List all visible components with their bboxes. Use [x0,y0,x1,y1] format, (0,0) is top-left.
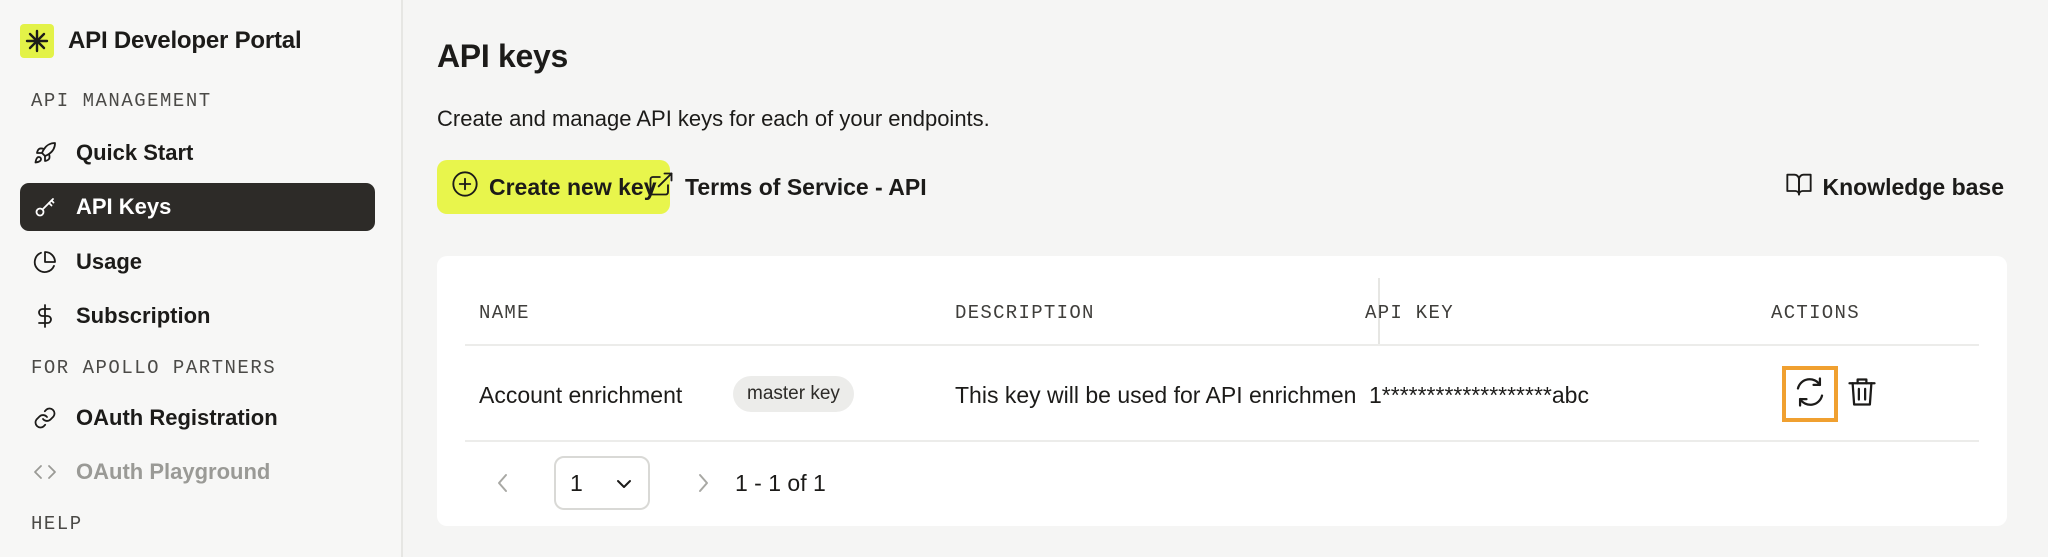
knowledge-base-label: Knowledge base [1822,173,2004,200]
sidebar-item-label: OAuth Registration [76,405,278,430]
sidebar-item-label: Quick Start [76,140,194,165]
sidebar-item-label: Usage [76,249,143,274]
chevron-right-icon [699,474,708,492]
section-label-help: HELP [31,513,83,535]
page-title: API keys [437,38,569,74]
rotate-key-button[interactable] [1782,366,1838,422]
section-label-api-management: API MANAGEMENT [31,90,212,112]
key-description: This key will be used for API enrichment [955,382,1355,408]
key-icon [32,194,58,220]
sidebar-item-label: OAuth Playground [76,459,271,484]
section-label-apollo-partners: FOR APOLLO PARTNERS [31,357,277,379]
terms-of-service-label: Terms of Service - API [685,173,927,200]
sidebar-item-label: API Keys [76,194,172,219]
page-select-value: 1 [570,469,583,496]
chevron-down-icon [614,470,634,497]
main-content: API keys Create and manage API keys for … [403,0,2048,557]
pie-chart-icon [32,249,58,275]
terms-of-service-link[interactable]: Terms of Service - API [647,170,927,204]
dollar-icon [32,303,58,329]
sidebar-item-oauth-playground[interactable]: OAuth Playground [20,448,375,496]
sidebar-item-subscription[interactable]: Subscription [20,292,375,340]
plus-circle-icon [451,170,479,204]
column-header-description: DESCRIPTION [955,302,1095,324]
link-icon [32,405,58,431]
trash-icon [1847,375,1877,414]
previous-page-button[interactable] [493,472,513,499]
book-open-icon [1785,170,1813,204]
next-page-button[interactable] [693,472,713,499]
external-link-icon [647,170,675,204]
sidebar-item-usage[interactable]: Usage [20,238,375,286]
chevron-left-icon [498,474,507,492]
api-key-value: 1*******************abc [1369,382,1589,408]
app-name: API Developer Portal [68,27,302,54]
sidebar-item-label: Subscription [76,303,211,328]
create-new-key-button[interactable]: Create new key [437,160,671,214]
key-name: Account enrichment [479,382,683,408]
brand-logo-icon [20,24,54,58]
code-icon [32,459,58,485]
sidebar-item-oauth-registration[interactable]: OAuth Registration [20,394,375,442]
sidebar: API Developer Portal API MANAGEMENT Quic… [0,0,403,557]
create-new-key-label: Create new key [489,173,657,200]
pagination-range: 1 - 1 of 1 [735,470,826,496]
sidebar-item-api-keys[interactable]: API Keys [20,183,375,231]
column-header-name: NAME [479,302,530,324]
pagination: 1 1 - 1 of 1 [465,442,1979,526]
table-row: Account enrichment master key This key w… [465,348,1979,442]
rotate-icon [1793,375,1827,414]
knowledge-base-link[interactable]: Knowledge base [1785,170,2004,204]
page-subtitle: Create and manage API keys for each of y… [437,106,990,131]
delete-key-button[interactable] [1843,374,1881,414]
column-header-api-key: API KEY [1365,302,1454,324]
api-keys-table-card: NAME DESCRIPTION API KEY ACTIONS Account… [437,256,2007,526]
page-select[interactable]: 1 [554,456,650,510]
brand[interactable]: API Developer Portal [20,24,302,58]
table-header: NAME DESCRIPTION API KEY ACTIONS [465,266,1979,346]
column-header-actions: ACTIONS [1771,302,1860,324]
rocket-icon [32,140,58,166]
sidebar-item-quick-start[interactable]: Quick Start [20,129,375,177]
master-key-badge: master key [733,376,854,412]
